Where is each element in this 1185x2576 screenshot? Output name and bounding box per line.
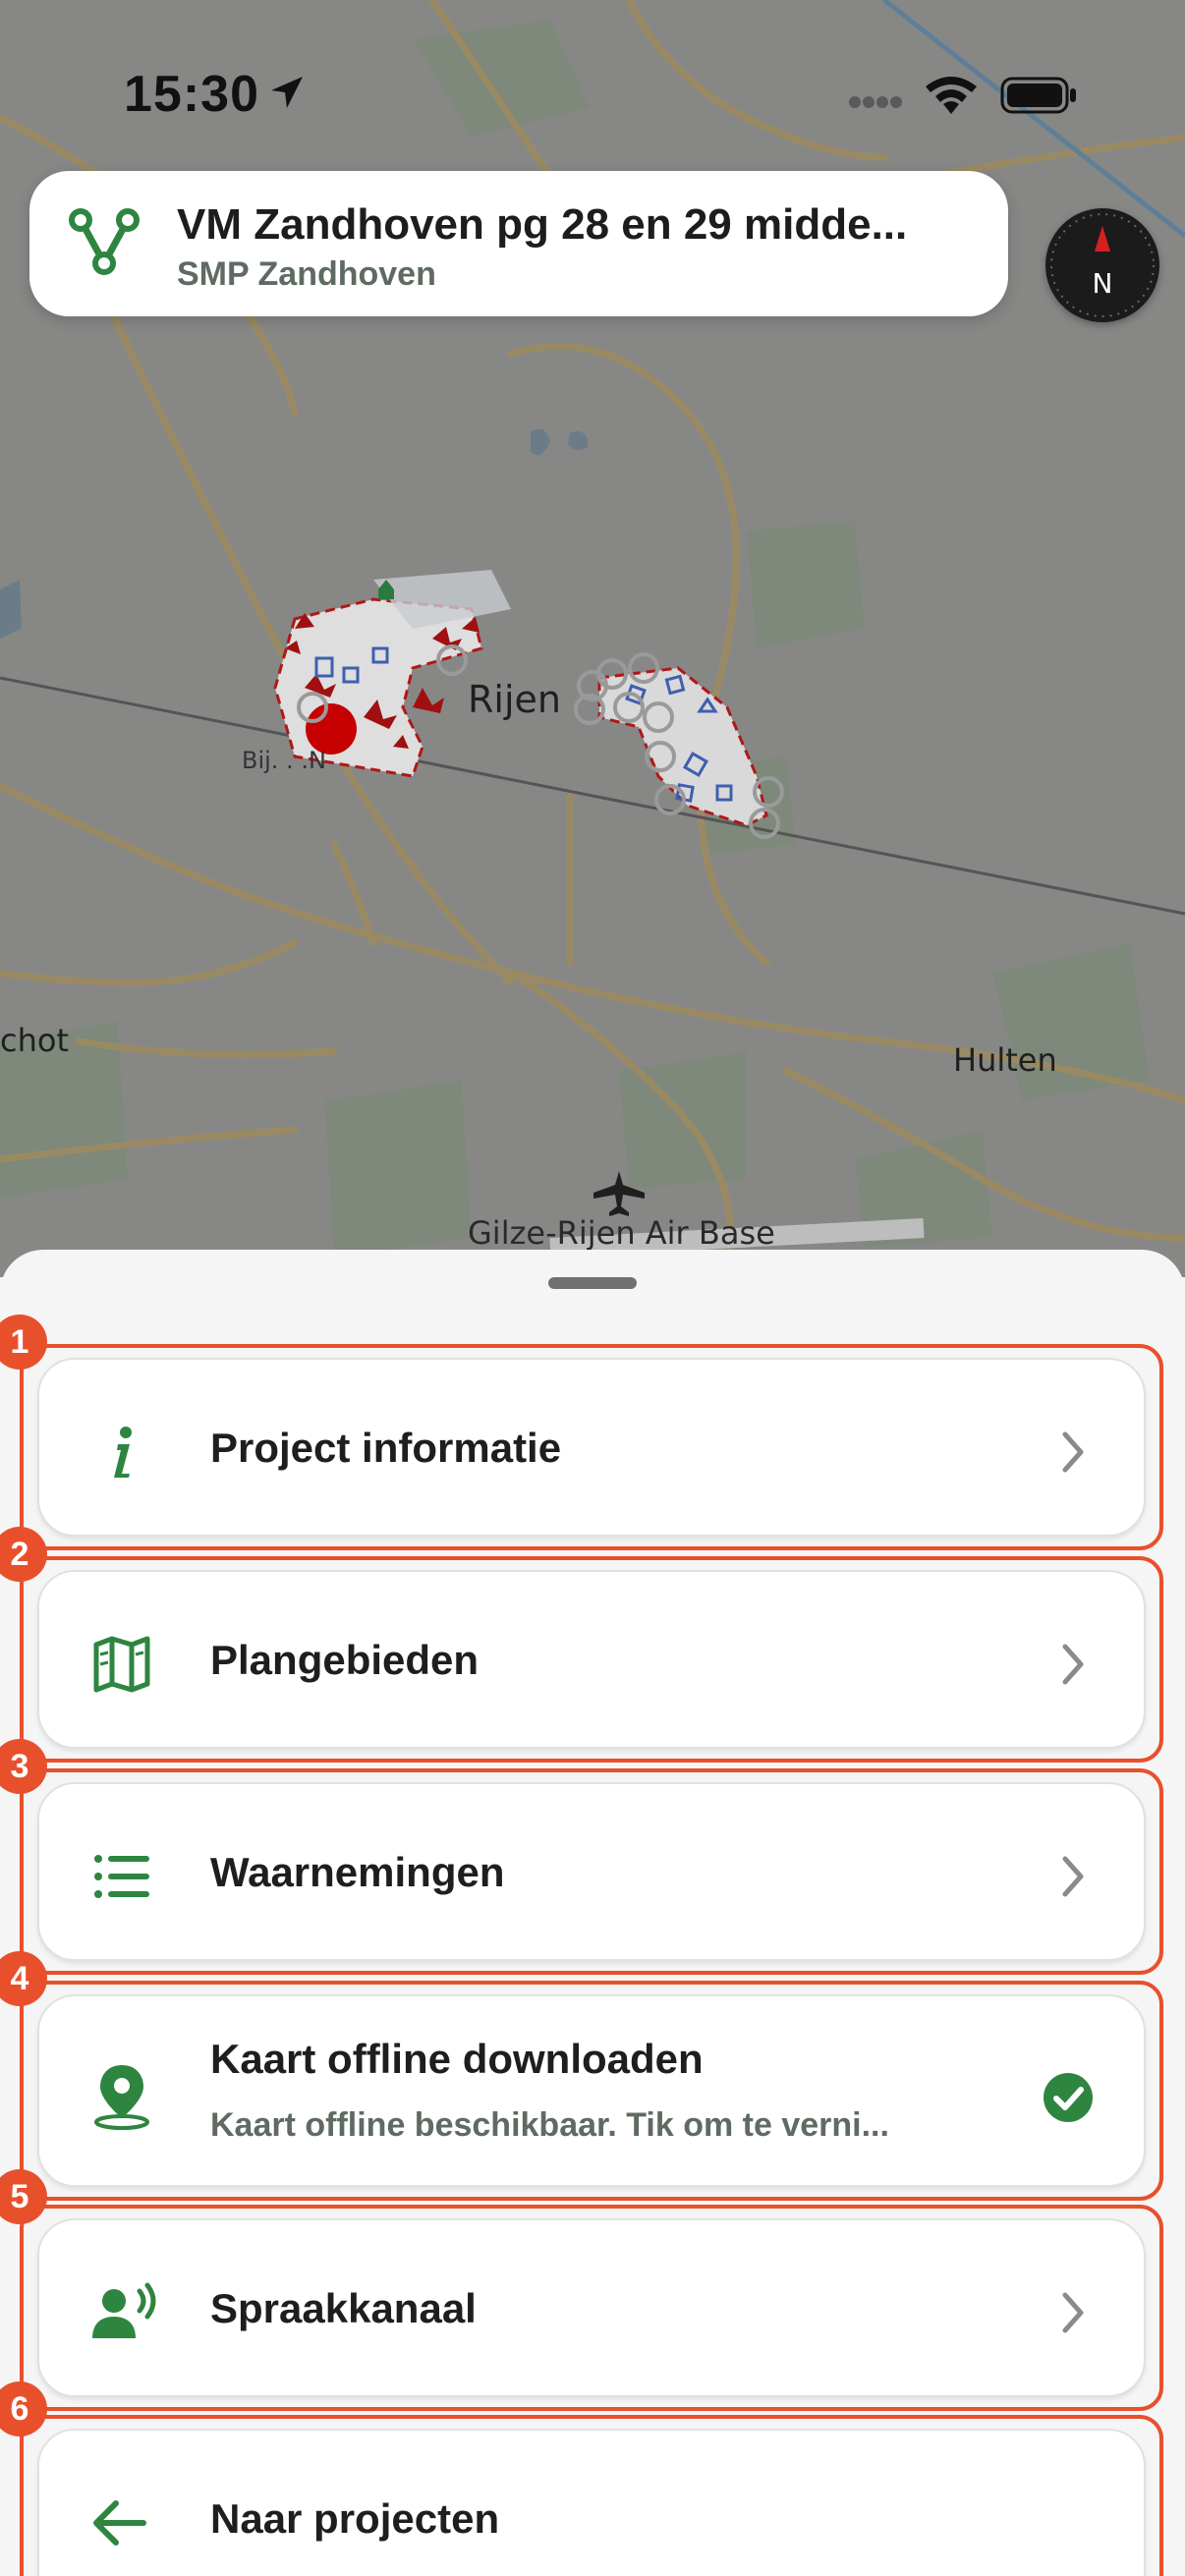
menu-item-plangebieden[interactable]: Plangebieden (20, 1556, 1163, 1763)
menu-item-waarnemingen[interactable]: Waarnemingen (20, 1768, 1163, 1975)
chevron-right-icon (1062, 1644, 1084, 1685)
status-bar: 15:30 (0, 0, 1185, 177)
cellular-signal-icon (849, 96, 902, 108)
map-label-partial-town: Вij. . .N (242, 747, 326, 774)
menu-label: Waarnemingen (210, 1849, 505, 1895)
arrow-left-icon (93, 2500, 146, 2546)
map-label-rijen: Rijen (468, 678, 561, 721)
menu-item-spraakkanaal[interactable]: Spraakkanaal (20, 2205, 1163, 2411)
battery-icon (1000, 77, 1076, 114)
info-icon (114, 1427, 132, 1478)
menu-label: Plangebieden (210, 1637, 480, 1683)
wifi-icon (926, 77, 977, 114)
status-time: 15:30 (124, 66, 259, 123)
menu-card[interactable]: Naar projecten (37, 2429, 1146, 2576)
chevron-right-icon (1062, 2292, 1084, 2333)
voice-user-icon (92, 2282, 156, 2338)
route-icon (69, 208, 140, 275)
map-label-airbase: Gilze-Rijen Air Base (468, 1214, 775, 1252)
location-arrow-icon (271, 77, 303, 108)
check-circle-icon (1044, 2073, 1093, 2122)
menu-item-project-informatie[interactable]: Project informatie (20, 1344, 1163, 1550)
project-subtitle: SMP Zandhoven (177, 255, 436, 293)
menu-label: Kaart offline downloaden (210, 2036, 704, 2082)
project-header-card[interactable]: VM Zandhoven pg 28 en 29 midde... SMP Za… (29, 171, 1008, 316)
menu-label: Spraakkanaal (210, 2285, 477, 2331)
chevron-right-icon (1062, 1431, 1084, 1473)
menu-card[interactable]: Waarnemingen (37, 1782, 1146, 1961)
map-label-partial: chot (0, 1022, 69, 1059)
sheet-drag-handle[interactable] (548, 1277, 637, 1289)
menu-item-kaart-offline-downloaden[interactable]: Kaart offline downloaden Kaart offline b… (20, 1981, 1163, 2201)
project-title: VM Zandhoven pg 28 en 29 midde... (177, 200, 908, 249)
location-pin-icon (94, 2065, 149, 2130)
menu-card[interactable]: Project informatie (37, 1358, 1146, 1537)
map-label-hulten: Hulten (953, 1041, 1057, 1079)
bottom-sheet: Project informatie 1 Plangebieden 2 Waar… (0, 1250, 1185, 2576)
menu-label: Project informatie (210, 1425, 562, 1471)
menu-sublabel: Kaart offline beschikbaar. Tik om te ver… (210, 2106, 889, 2144)
chevron-right-icon (1062, 1856, 1084, 1897)
compass-icon: N (1050, 213, 1155, 317)
menu-card[interactable]: Spraakkanaal (37, 2218, 1146, 2397)
compass-button[interactable]: N (1045, 208, 1159, 322)
menu-card[interactable]: Plangebieden (37, 1570, 1146, 1749)
list-icon (94, 1855, 149, 1898)
compass-label: N (1093, 267, 1113, 300)
menu-label: Naar projecten (210, 2495, 500, 2542)
menu-item-naar-projecten[interactable]: Naar projecten (20, 2415, 1163, 2576)
map-icon (93, 1636, 150, 1693)
menu-card[interactable]: Kaart offline downloaden Kaart offline b… (37, 1994, 1146, 2187)
